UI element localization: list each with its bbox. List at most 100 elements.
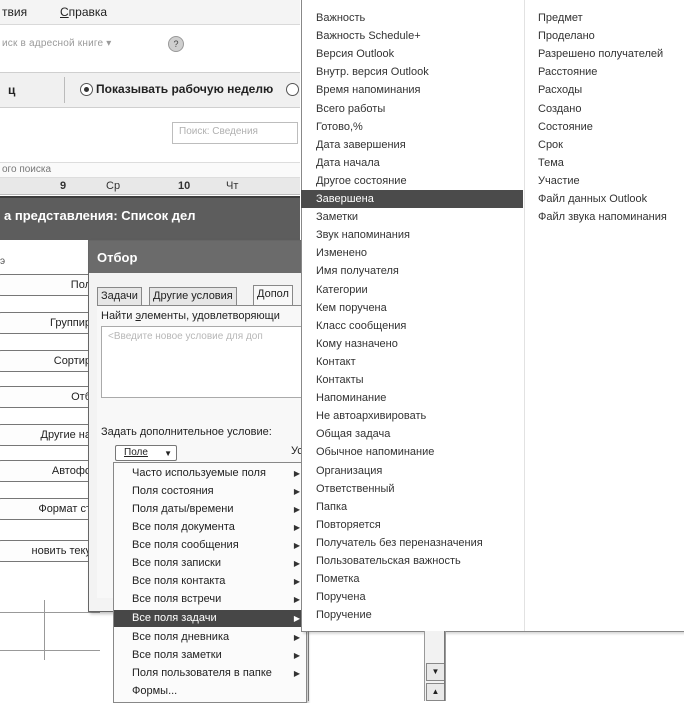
field-item[interactable]: Контакты [316,371,522,389]
chevron-right-icon: ▶ [293,614,300,623]
chevron-right-icon: ▶ [293,669,300,678]
menu-item-user-fields[interactable]: Поля пользователя в папке ▶ [114,665,306,682]
show-workweek-label[interactable]: Показывать рабочую неделю [96,82,273,96]
reset-view-button[interactable]: новить теку [0,540,96,562]
menu-item-journal-fields[interactable]: Все поля дневника ▶ [114,629,306,646]
divider [44,600,45,660]
menu-item-forms[interactable]: Формы... [114,683,306,700]
other-settings-button[interactable]: Другие на [0,424,96,446]
divider [0,650,100,651]
field-item[interactable]: Срок [538,136,682,154]
menu-item-contact-fields[interactable]: Все поля контакта ▶ [114,573,306,590]
fields-button[interactable]: Пол [0,274,96,296]
filter-button[interactable]: Отб [0,386,96,408]
field-item[interactable]: Получатель без переназначения [316,534,522,552]
field-item[interactable]: Пользовательская важность [316,552,522,570]
search-strip-text: ого поиска [2,164,52,175]
field-item[interactable]: Повторяется [316,516,522,534]
field-item[interactable]: Папка [316,498,522,516]
field-item[interactable]: Важность [316,9,522,27]
search-input[interactable]: Поиск: Сведения [172,122,298,144]
date-number: 9 [60,180,67,192]
show-fullweek-radio[interactable] [286,83,299,96]
address-book-search[interactable]: иск в адресной книге ▾ ? [0,36,300,52]
field-item[interactable]: Всего работы [316,100,522,118]
tab-more-choices[interactable]: Другие условия [149,287,237,306]
field-item[interactable]: Внутр. версия Outlook [316,63,522,81]
field-item[interactable]: Файл данных Outlook [538,190,682,208]
field-item[interactable]: Заметки [316,208,522,226]
field-item[interactable]: Класс сообщения [316,317,522,335]
field-item[interactable]: Время напоминания [316,81,522,99]
menu-item-frequently-used[interactable]: Часто используемые поля ▶ [114,465,306,482]
menu-item-status-fields[interactable]: Поля состояния ▶ [114,483,306,500]
column-format-button[interactable]: Формат ст [0,498,96,520]
sort-button[interactable]: Сортир [0,350,96,372]
calendar-date-row: 9 Ср 10 Чт [0,178,300,195]
menu-item-help[interactable]: Справка [60,5,107,19]
field-item[interactable]: Расстояние [538,63,682,81]
field-item[interactable]: Категории [316,281,522,299]
menu-item-task-fields[interactable]: Все поля задачи ▶ [114,610,306,627]
tab-advanced[interactable]: Допол [253,285,293,306]
field-item[interactable]: Версия Outlook [316,45,522,63]
field-item[interactable]: Кем поручена [316,299,522,317]
field-item[interactable]: Состояние [538,118,682,136]
field-item[interactable]: Звук напоминания [316,226,522,244]
menu-item-label: Поля состояния [132,485,214,497]
menu-item-appointment-fields[interactable]: Все поля встречи ▶ [114,591,306,608]
date-number: 10 [178,180,191,192]
menu-item-label: Все поля задачи [132,612,217,624]
field-item[interactable]: Предмет [538,9,682,27]
menu-item-document-fields[interactable]: Все поля документа ▶ [114,519,306,536]
view-settings-titlebar: а представления: Список дел [0,196,300,240]
menu-item-label: Все поля контакта [132,575,226,587]
field-item[interactable]: Не автоархивировать [316,407,522,425]
field-item[interactable]: Имя получателя [316,262,522,280]
chevron-right-icon: ▶ [293,633,300,642]
menu-item-datetime-fields[interactable]: Поля даты/времени ▶ [114,501,306,518]
field-item[interactable]: Напоминание [316,389,522,407]
scroll-up-button[interactable]: ▲ [426,683,445,701]
field-item[interactable]: Готово,% [316,118,522,136]
field-item[interactable]: Проделано [538,27,682,45]
field-item[interactable]: Кому назначено [316,335,522,353]
menu-item-help-mnemonic: С [60,5,69,19]
address-book-hint[interactable]: иск в адресной книге ▾ [2,38,111,49]
field-item[interactable]: Поручена [316,588,522,606]
dialog-titlebar[interactable]: Отбор [89,241,309,273]
field-item[interactable]: Пометка [316,570,522,588]
field-item[interactable]: Контакт [316,353,522,371]
menu-item-message-fields[interactable]: Все поля сообщения ▶ [114,537,306,554]
criteria-list[interactable]: <Введите новое условие для доп [101,326,309,398]
field-item[interactable]: Организация [316,462,522,480]
menu-item-note-fields[interactable]: Все поля записки ▶ [114,555,306,572]
field-item[interactable]: Важность Schedule+ [316,27,522,45]
group-by-button[interactable]: Группир [0,312,96,334]
field-item[interactable]: Разрешено получателей [538,45,682,63]
field-dropdown-button[interactable]: Поле ▼ [115,445,177,461]
field-item[interactable]: Другое состояние [316,172,522,190]
field-item[interactable]: Общая задача [316,425,522,443]
field-item-selected[interactable]: Завершена [301,190,523,208]
field-item[interactable]: Создано [538,100,682,118]
field-item[interactable]: Расходы [538,81,682,99]
show-workweek-radio[interactable] [80,83,93,96]
toolbar-label-fragment[interactable]: ц [8,83,15,97]
scroll-down-button[interactable]: ▼ [426,663,445,681]
field-item[interactable]: Дата начала [316,154,522,172]
field-item[interactable]: Тема [538,154,682,172]
menu-item-notes-fields[interactable]: Все поля заметки ▶ [114,647,306,664]
tab-tasks[interactable]: Задачи [97,287,142,306]
field-item[interactable]: Участие [538,172,682,190]
field-item[interactable]: Файл звука напоминания [538,208,682,226]
field-item[interactable]: Изменено [316,244,522,262]
scrollbar[interactable]: ▼ ▲ [424,631,446,701]
field-item[interactable]: Поручение [316,606,522,624]
field-item[interactable]: Ответственный [316,480,522,498]
field-item[interactable]: Обычное напоминание [316,443,522,461]
autoformat-button[interactable]: Автофо [0,460,96,482]
field-item[interactable]: Дата завершения [316,136,522,154]
help-icon[interactable]: ? [168,36,184,52]
menu-item-actions[interactable]: твия [2,5,27,19]
